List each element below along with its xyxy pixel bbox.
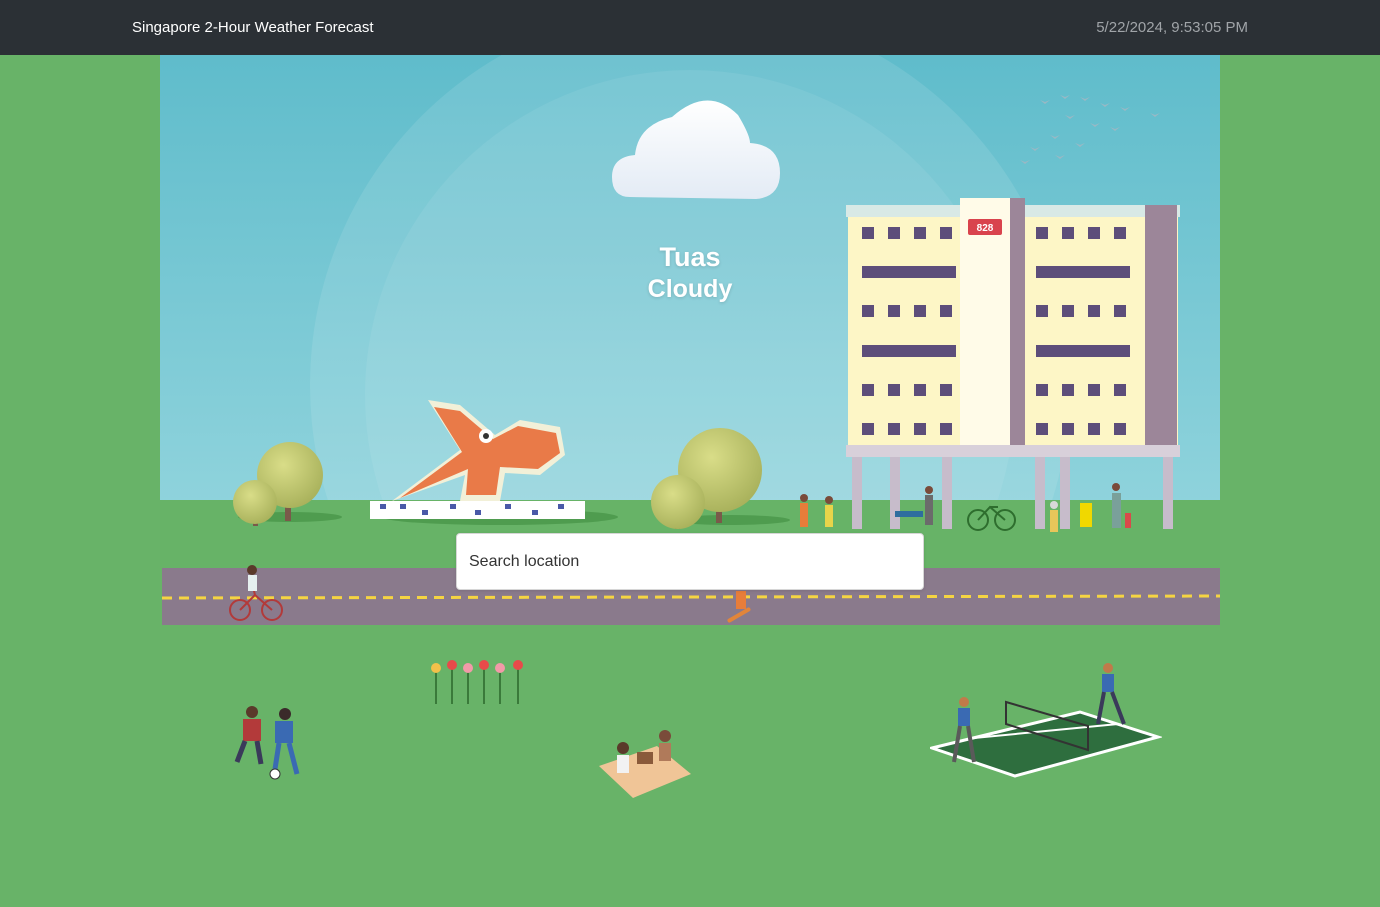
- current-datetime: 5/22/2024, 9:53:05 PM: [1096, 19, 1248, 36]
- flower-bed-illustration: [431, 660, 523, 704]
- location-name: Tuas: [659, 242, 721, 272]
- search-location-input[interactable]: [456, 533, 924, 590]
- block-number-label: 828: [977, 223, 994, 234]
- weather-condition: Cloudy: [647, 275, 733, 303]
- football-players-illustration: [234, 706, 300, 780]
- badminton-court-illustration: [930, 663, 1162, 778]
- picnic-illustration: [599, 730, 691, 798]
- top-navbar: Singapore 2-Hour Weather Forecast 5/22/2…: [0, 0, 1380, 55]
- app-title[interactable]: Singapore 2-Hour Weather Forecast: [132, 19, 374, 36]
